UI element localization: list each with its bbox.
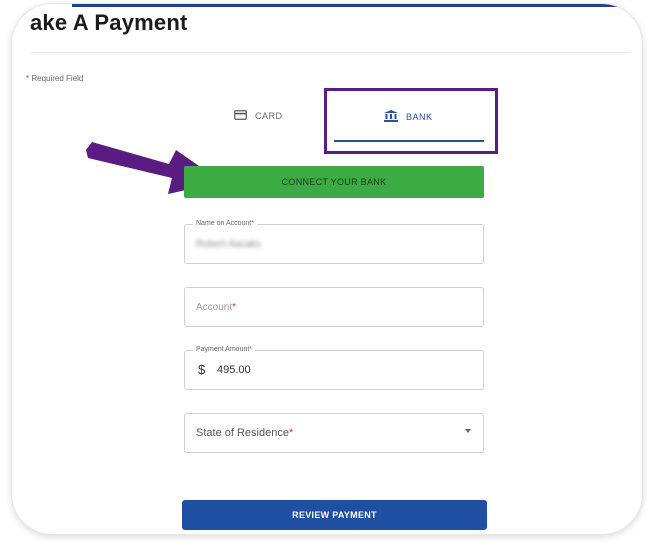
annotation-highlight-box [324,88,498,154]
dropdown-caret-icon [465,429,471,433]
connect-bank-button[interactable]: CONNECT YOUR BANK [184,166,484,198]
page-title: ake A Payment [30,10,188,35]
state-of-residence-select[interactable]: State of Residence* [184,413,484,453]
payment-amount-value: 495.00 [217,364,251,376]
currency-symbol: $ [198,362,206,377]
state-placeholder: State of Residence* [196,427,294,439]
header-top-border [72,4,632,7]
tab-card[interactable]: CARD [234,110,283,122]
tab-card-label: CARD [255,111,283,121]
title-divider [30,52,630,53]
payment-amount-field[interactable]: Payment Amount* $ 495.00 [184,346,484,390]
name-on-account-label: Name on Account* [193,220,257,227]
payment-panel: ake A Payment * Required Field CARD BANK [12,4,642,534]
credit-card-icon [234,110,247,122]
account-field[interactable]: Account* [184,287,484,327]
review-payment-button[interactable]: REVIEW PAYMENT [182,500,487,530]
payment-amount-label: Payment Amount* [193,346,256,353]
name-on-account-value: Robert Aacaks [196,239,262,250]
required-field-note: * Required Field [26,74,84,83]
name-on-account-field[interactable]: Name on Account* Robert Aacaks [184,220,484,264]
account-placeholder: Account* [196,302,237,313]
